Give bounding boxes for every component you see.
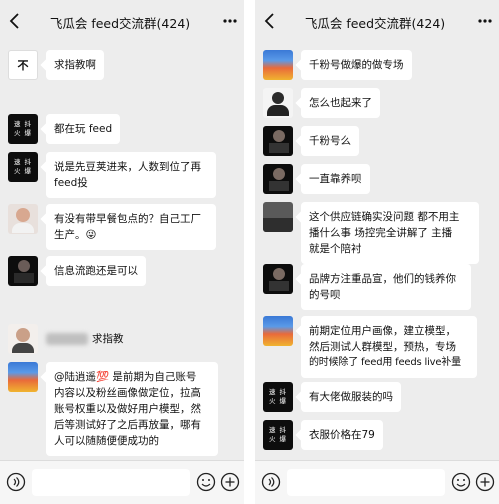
message-line: 的时候除了 feed用 feeds live补量	[309, 357, 461, 368]
message-bubble: 这个供应链确实没问题 都不用主 播什么事 场控完全讲解了 主播 就是个陪衬	[301, 202, 479, 264]
message-bubble: 信息流跑还是可以	[46, 256, 146, 286]
message-bubble: 前期定位用户画像，建立模型， 然后测试人群模型，预热，专场 的时候除了 feed…	[301, 316, 477, 378]
message-line: feed投	[54, 177, 88, 189]
message-line: 有没有带早餐包点的？自己工厂	[54, 213, 201, 225]
input-bar	[0, 460, 244, 504]
avatar[interactable]	[8, 204, 38, 234]
avatar[interactable]	[263, 202, 293, 232]
plus-icon[interactable]	[220, 472, 240, 492]
message-list: 千粉号做爆的做专场 怎么也起来了 千粉号么 一直靠养呗 这个供应链确实没问题 都…	[255, 42, 499, 460]
avatar[interactable]: 速 抖火 爆	[8, 152, 38, 182]
avatar[interactable]: 速 抖火 爆	[263, 382, 293, 412]
blurred-message: 求指教	[46, 331, 124, 347]
message-line: 然后测试人群模型，预热，专场	[309, 341, 456, 353]
avatar[interactable]	[8, 362, 38, 392]
message-bubble: 衣服价格在79	[301, 420, 383, 450]
avatar[interactable]	[263, 50, 293, 80]
message-line: 的号呗	[309, 289, 341, 301]
message-line: 说是先豆荚进来，人数到位了再	[54, 161, 201, 173]
message-line: 播什么事 场控完全讲解了 主播	[309, 227, 453, 239]
message-input[interactable]	[32, 469, 190, 496]
avatar[interactable]	[263, 164, 293, 194]
chat-header: 飞瓜会 feed交流群(424)	[0, 0, 244, 42]
back-icon[interactable]	[263, 12, 277, 30]
message-text: 求指教	[92, 333, 124, 345]
avatar[interactable]: 速 抖火 爆	[8, 114, 38, 144]
avatar[interactable]	[263, 316, 293, 346]
avatar[interactable]: 速 抖火 爆	[263, 420, 293, 450]
back-icon[interactable]	[8, 12, 22, 30]
chat-header: 飞瓜会 feed交流群(424)	[255, 0, 499, 42]
message-line: 这个供应链确实没问题 都不用主	[309, 211, 460, 223]
message-line: 品牌方注重品宣，他们的钱养你	[309, 273, 456, 285]
voice-icon[interactable]	[6, 472, 26, 492]
chat-title: 飞瓜会 feed交流群(424)	[49, 16, 191, 31]
avatar[interactable]	[263, 88, 293, 118]
message-bubble: 千粉号做爆的做专场	[301, 50, 412, 80]
emoji-icon[interactable]	[196, 472, 216, 492]
voice-icon[interactable]	[261, 472, 281, 492]
message-list: 不 求指教啊 速 抖火 爆 都在玩 feed 速 抖火 爆 说是先豆荚进来，人数…	[0, 42, 244, 460]
message-bubble: 有大佬做服装的吗	[301, 382, 401, 412]
message-line: 后等测试好了之后再放量，哪有	[54, 419, 201, 431]
message-line: 人可以随随便便成功的	[54, 435, 159, 447]
input-bar	[255, 460, 499, 504]
avatar[interactable]	[8, 256, 38, 286]
message-bubble: 千粉号么	[301, 126, 359, 156]
plus-icon[interactable]	[475, 472, 495, 492]
message-line: 内容以及粉丝画像做定位，拉高	[54, 387, 201, 399]
avatar[interactable]: 不	[8, 50, 38, 80]
chat-title: 飞瓜会 feed交流群(424)	[304, 16, 446, 31]
message-bubble: 有没有带早餐包点的？自己工厂 生产。😜	[46, 204, 216, 250]
message-bubble: 怎么也起来了	[301, 88, 380, 118]
message-input[interactable]	[287, 469, 445, 496]
message-bubble: 都在玩 feed	[46, 114, 121, 144]
message-bubble: 说是先豆荚进来，人数到位了再 feed投	[46, 152, 216, 198]
chat-panel-left: 飞瓜会 feed交流群(424) 不 求指教啊 速 抖火 爆 都在玩 feed …	[0, 0, 244, 504]
message-line: 前期定位用户画像，建立模型，	[309, 325, 456, 337]
message-line: @陆逍遥💯 是前期为自己账号	[54, 371, 197, 383]
redacted-text	[46, 333, 88, 345]
avatar[interactable]	[263, 264, 293, 294]
message-bubble: 品牌方注重品宣，他们的钱养你 的号呗	[301, 264, 471, 310]
more-icon[interactable]	[477, 12, 493, 30]
avatar[interactable]	[263, 126, 293, 156]
message-bubble: @陆逍遥💯 是前期为自己账号 内容以及粉丝画像做定位，拉高 账号权重以及做好用户…	[46, 362, 218, 456]
message-bubble: 一直靠养呗	[301, 164, 370, 194]
message-bubble: 求指教啊	[46, 50, 104, 80]
message-line: 账号权重以及做好用户模型，然	[54, 403, 201, 415]
chat-panel-right: 飞瓜会 feed交流群(424) 千粉号做爆的做专场 怎么也起来了 千粉号么 一…	[255, 0, 499, 504]
message-line: 生产。😜	[54, 229, 97, 241]
emoji-icon[interactable]	[451, 472, 471, 492]
message-line: 就是个陪衬	[309, 243, 362, 255]
more-icon[interactable]	[222, 12, 238, 30]
avatar[interactable]	[8, 324, 38, 354]
